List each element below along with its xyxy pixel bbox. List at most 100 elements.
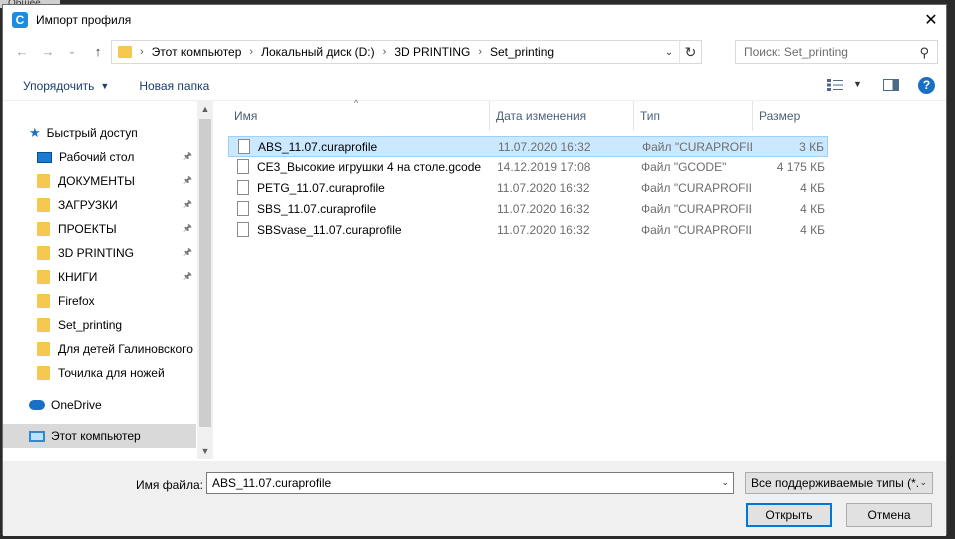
- sidebar-item-label: Точилка для ножей: [58, 366, 165, 380]
- file-type: Файл "CURAPROFILE": [641, 202, 751, 216]
- address-history-chevron-icon[interactable]: ⌄: [659, 47, 679, 58]
- breadcrumb-item[interactable]: 3D PRINTING: [394, 45, 470, 59]
- up-arrow-icon[interactable]: ↑: [89, 43, 107, 61]
- organize-label: Упорядочить: [23, 78, 95, 93]
- organize-button[interactable]: Упорядочить ▼: [23, 79, 109, 93]
- breadcrumb-separator-icon[interactable]: ›: [249, 46, 253, 58]
- sidebar-item[interactable]: Set_printing: [3, 313, 196, 337]
- file-row[interactable]: SBS_11.07.curaprofile 11.07.2020 16:32 Фай…: [228, 199, 828, 220]
- file-type-value: Все поддерживаемые типы (*.: [751, 476, 920, 490]
- sidebar-item-label: ЗАГРУЗКИ: [58, 198, 118, 212]
- recent-locations-chevron-icon[interactable]: ⌄: [63, 43, 81, 61]
- sidebar-item-onedrive[interactable]: OneDrive: [3, 393, 196, 417]
- sidebar-item-label: КНИГИ: [58, 270, 98, 284]
- sidebar-item-label: Быстрый доступ: [46, 126, 138, 140]
- sidebar-item[interactable]: 3D PRINTING 🖈: [3, 241, 196, 265]
- file-size: 4 175 КБ: [776, 160, 825, 174]
- sidebar-item[interactable]: ДОКУМЕНТЫ 🖈: [3, 169, 196, 193]
- column-label: Размер: [759, 109, 801, 123]
- sidebar-item-label: Этот компьютер: [51, 429, 141, 443]
- file-row[interactable]: CE3_Высокие игрушки 4 на столе.gcode 14.1…: [228, 157, 828, 178]
- sidebar-item[interactable]: Firefox: [3, 289, 196, 313]
- file-size: 4 КБ: [800, 223, 825, 237]
- scroll-down-icon[interactable]: ▼: [197, 443, 213, 459]
- folder-icon: [37, 270, 50, 284]
- column-label: Тип: [640, 109, 661, 123]
- column-label: Имя: [234, 109, 258, 123]
- file-size: 4 КБ: [800, 181, 825, 195]
- scrollbar-thumb[interactable]: [199, 119, 211, 427]
- view-options-chevron-icon[interactable]: ▼: [853, 79, 862, 89]
- sidebar-scrollbar[interactable]: ▲ ▼: [197, 101, 213, 459]
- sidebar-item-label: ДОКУМЕНТЫ: [58, 174, 135, 188]
- forward-arrow-icon[interactable]: →: [39, 43, 57, 61]
- cloud-icon: [29, 400, 45, 410]
- pin-icon: 🖈: [182, 198, 192, 210]
- pin-icon: 🖈: [182, 222, 192, 234]
- column-header-type[interactable]: Тип: [634, 101, 753, 131]
- breadcrumb-item[interactable]: Этот компьютер: [152, 45, 242, 59]
- refresh-icon[interactable]: ↻: [679, 41, 701, 63]
- sidebar-item[interactable]: ПРОЕКТЫ 🖈: [3, 217, 196, 241]
- file-row[interactable]: PETG_11.07.curaprofile 11.07.2020 16:32 Фа…: [228, 178, 828, 199]
- column-header-size[interactable]: Размер: [753, 101, 829, 131]
- sidebar-item-label: 3D PRINTING: [58, 246, 135, 260]
- search-input[interactable]: Поиск: Set_printing ⚲: [735, 40, 938, 64]
- cura-app-icon: C: [12, 12, 28, 28]
- file-name: ABS_11.07.curaprofile: [258, 140, 378, 154]
- file-icon: [237, 222, 249, 237]
- pin-icon: 🖈: [182, 270, 192, 282]
- new-folder-button[interactable]: Новая папка: [139, 79, 209, 93]
- file-icon: [237, 159, 249, 174]
- column-header-name[interactable]: Имя: [228, 101, 490, 131]
- file-row[interactable]: SBSvase_11.07.curaprofile 11.07.2020 16:3…: [228, 220, 828, 241]
- open-button[interactable]: Открыть: [746, 503, 832, 527]
- sidebar-item[interactable]: КНИГИ 🖈: [3, 265, 196, 289]
- file-type: Файл "CURAPROFILE": [641, 223, 751, 237]
- back-arrow-icon[interactable]: ←: [13, 43, 31, 61]
- file-icon: [238, 139, 250, 154]
- sidebar-item[interactable]: Точилка для ножей: [3, 361, 196, 385]
- preview-pane-icon[interactable]: [883, 79, 899, 91]
- breadcrumb-item[interactable]: Set_printing: [490, 45, 554, 59]
- column-label: Дата изменения: [496, 109, 587, 123]
- column-header-date[interactable]: Дата изменения: [490, 101, 634, 131]
- folder-icon: [37, 246, 50, 260]
- navigation-pane: ★ Быстрый доступ Рабочий стол 🖈 ДОКУМЕНТЫ 🖈…: [3, 101, 213, 459]
- folder-icon: [37, 318, 50, 332]
- folder-icon: [37, 294, 50, 308]
- chevron-down-icon: ▼: [100, 80, 110, 91]
- address-bar[interactable]: › Этот компьютер › Локальный диск (D:) › 3D P…: [111, 40, 702, 64]
- bottom-panel: Имя файла: ABS_11.07.curaprofile ⌄ Все п…: [3, 461, 946, 536]
- file-type: Файл "CURAPROFILE": [642, 140, 752, 154]
- breadcrumb-separator-icon[interactable]: ›: [383, 46, 387, 58]
- sidebar-item[interactable]: Рабочий стол 🖈: [3, 145, 196, 169]
- file-type-select[interactable]: Все поддерживаемые типы (*. ⌄: [745, 472, 933, 494]
- sidebar-item[interactable]: ЗАГРУЗКИ 🖈: [3, 193, 196, 217]
- sidebar-item[interactable]: Для детей Галиновского: [3, 337, 196, 361]
- cancel-button[interactable]: Отмена: [846, 503, 932, 527]
- file-size: 3 КБ: [799, 140, 824, 154]
- breadcrumb-separator-icon[interactable]: ›: [478, 46, 482, 58]
- help-icon[interactable]: ?: [918, 77, 935, 94]
- close-button[interactable]: ✕: [916, 5, 946, 35]
- breadcrumb-item[interactable]: Локальный диск (D:): [261, 45, 375, 59]
- scroll-up-icon[interactable]: ▲: [197, 101, 213, 117]
- computer-icon: [29, 430, 45, 442]
- file-icon: [237, 180, 249, 195]
- search-placeholder: Поиск: Set_printing: [744, 45, 848, 59]
- sort-ascending-icon: ^: [354, 98, 359, 108]
- sidebar-item-this-pc[interactable]: Этот компьютер: [3, 424, 196, 448]
- file-row[interactable]: ABS_11.07.curaprofile 11.07.2020 16:32 Фай…: [228, 136, 828, 157]
- file-name: CE3_Высокие игрушки 4 на столе.gcode: [257, 160, 482, 174]
- chevron-down-icon[interactable]: ⌄: [721, 477, 729, 488]
- folder-icon: [37, 174, 50, 188]
- breadcrumb-separator-icon[interactable]: ›: [140, 46, 144, 58]
- pin-icon: 🖈: [182, 246, 192, 258]
- sidebar-item-quick-access[interactable]: ★ Быстрый доступ: [3, 121, 196, 145]
- view-options-icon[interactable]: [827, 79, 843, 91]
- folder-icon: [118, 46, 132, 58]
- new-folder-label: Новая папка: [139, 78, 210, 93]
- filename-field[interactable]: ABS_11.07.curaprofile ⌄: [206, 472, 734, 494]
- search-icon[interactable]: ⚲: [919, 45, 929, 61]
